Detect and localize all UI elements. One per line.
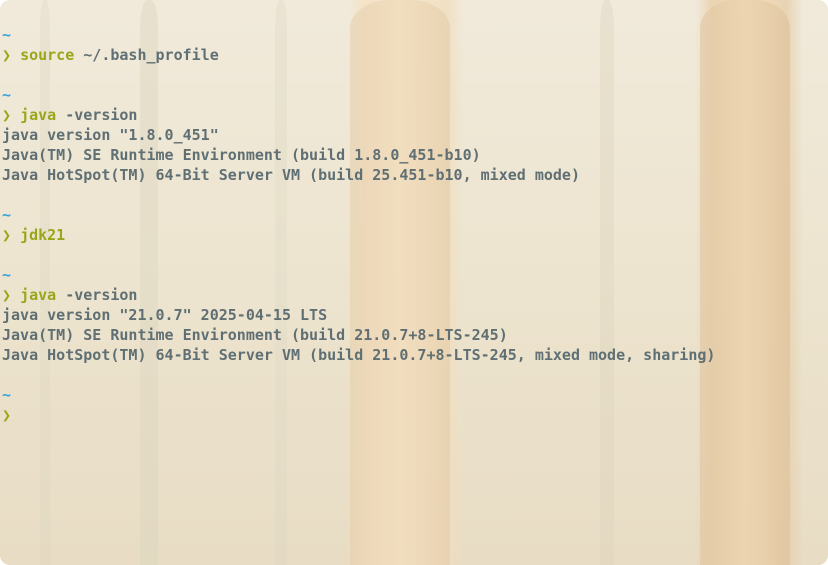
cwd-line: ~ [2, 265, 828, 285]
terminal-output[interactable]: ~ ❯ source ~/.bash_profile ~ ❯ java -ver… [2, 25, 828, 425]
command-line: ❯ java -version [2, 285, 828, 305]
cwd-line: ~ [2, 385, 828, 405]
cwd-line: ~ [2, 25, 828, 45]
cwd-indicator: ~ [2, 266, 12, 284]
command-name: java [20, 286, 57, 304]
command-args: ~/.bash_profile [74, 46, 219, 64]
cwd-line: ~ [2, 85, 828, 105]
cwd-indicator: ~ [2, 386, 12, 404]
command-name: java [20, 106, 57, 124]
command-args: -version [56, 106, 138, 124]
prompt-symbol: ❯ [2, 406, 12, 424]
active-prompt-line[interactable]: ❯ [2, 405, 828, 425]
output-line: java version "21.0.7" 2025-04-15 LTS [2, 306, 328, 324]
terminal-window[interactable]: ~ ❯ source ~/.bash_profile ~ ❯ java -ver… [0, 0, 828, 565]
cwd-line: ~ [2, 205, 828, 225]
command-name: source [20, 46, 75, 64]
output-line: Java HotSpot(TM) 64-Bit Server VM (build… [2, 346, 716, 364]
command-line: ❯ jdk21 [2, 225, 828, 245]
prompt-symbol: ❯ [2, 106, 12, 124]
prompt-symbol: ❯ [2, 286, 12, 304]
command-line: ❯ source ~/.bash_profile [2, 45, 828, 65]
output-line: Java HotSpot(TM) 64-Bit Server VM (build… [2, 166, 580, 184]
output-line: java version "1.8.0_451" [2, 126, 219, 144]
output-line: Java(TM) SE Runtime Environment (build 2… [2, 326, 508, 344]
cwd-indicator: ~ [2, 26, 12, 44]
command-name: jdk21 [20, 226, 66, 244]
command-args: -version [56, 286, 138, 304]
command-line: ❯ java -version [2, 105, 828, 125]
cwd-indicator: ~ [2, 206, 12, 224]
prompt-symbol: ❯ [2, 226, 12, 244]
output-line: Java(TM) SE Runtime Environment (build 1… [2, 146, 481, 164]
cwd-indicator: ~ [2, 86, 12, 104]
prompt-symbol: ❯ [2, 46, 12, 64]
